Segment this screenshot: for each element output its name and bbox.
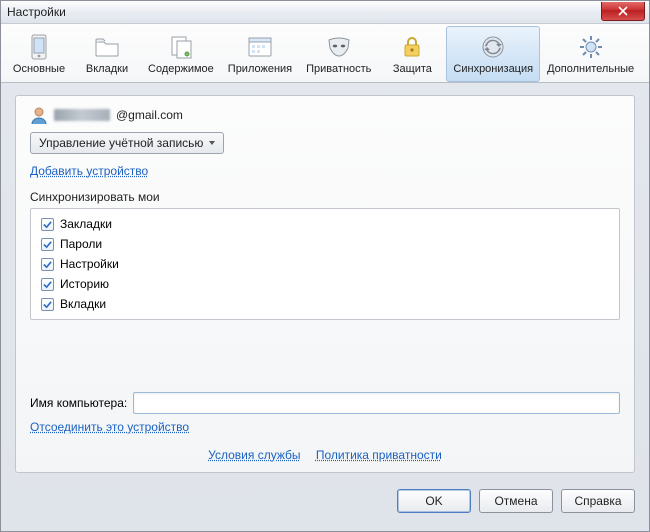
user-avatar-icon — [30, 106, 48, 124]
sync-item-row: Историю — [41, 277, 609, 291]
content-area: @gmail.com Управление учётной записью До… — [1, 83, 649, 481]
mask-icon — [325, 33, 353, 61]
window-title: Настройки — [7, 5, 66, 19]
tab-content[interactable]: Содержимое — [141, 26, 221, 82]
sync-item-row: Настройки — [41, 257, 609, 271]
sync-items-box: Закладки Пароли Настройки Историю Вкладк… — [30, 208, 620, 320]
tab-general[interactable]: Основные — [5, 26, 73, 82]
tabs-toolbar: Основные Вкладки Содержимое Приложения П… — [1, 24, 649, 83]
sync-icon — [479, 33, 507, 61]
sync-item-row: Пароли — [41, 237, 609, 251]
checkbox-passwords-label: Пароли — [60, 237, 102, 251]
checkbox-history-label: Историю — [60, 277, 109, 291]
account-row: @gmail.com — [30, 106, 620, 124]
close-button[interactable] — [601, 2, 645, 21]
tab-tabs[interactable]: Вкладки — [73, 26, 141, 82]
checkbox-bookmarks[interactable] — [41, 218, 54, 231]
checkbox-settings[interactable] — [41, 258, 54, 271]
tab-content-label: Содержимое — [148, 63, 214, 75]
dialog-button-row: OK Отмена Справка — [1, 481, 649, 531]
close-icon — [618, 6, 628, 16]
tab-tabs-label: Вкладки — [86, 63, 128, 75]
checkbox-tabs-label: Вкладки — [60, 297, 106, 311]
checkbox-passwords[interactable] — [41, 238, 54, 251]
tab-privacy-label: Приватность — [306, 63, 371, 75]
tab-security[interactable]: Защита — [378, 26, 446, 82]
page-icon — [167, 33, 195, 61]
tab-security-label: Защита — [393, 63, 432, 75]
chevron-down-icon — [209, 141, 215, 145]
manage-account-button[interactable]: Управление учётной записью — [30, 132, 224, 154]
window-grid-icon — [246, 33, 274, 61]
account-email-suffix: @gmail.com — [116, 108, 183, 122]
cancel-button[interactable]: Отмена — [479, 489, 553, 513]
help-button[interactable]: Справка — [561, 489, 635, 513]
tab-sync[interactable]: Синхронизация — [446, 26, 540, 82]
detach-device-link[interactable]: Отсоединить это устройство — [30, 420, 189, 434]
checkbox-bookmarks-label: Закладки — [60, 217, 112, 231]
gear-icon — [577, 33, 605, 61]
sync-item-row: Закладки — [41, 217, 609, 231]
lock-icon — [398, 33, 426, 61]
manage-account-label: Управление учётной записью — [39, 136, 203, 150]
tab-sync-label: Синхронизация — [453, 63, 533, 75]
titlebar: Настройки — [1, 1, 649, 24]
computer-name-input[interactable] — [133, 392, 620, 414]
checkbox-settings-label: Настройки — [60, 257, 119, 271]
sync-panel: @gmail.com Управление учётной записью До… — [15, 95, 635, 473]
phone-icon — [25, 33, 53, 61]
footer-links: Условия службы Политика приватности — [30, 448, 620, 462]
sync-item-row: Вкладки — [41, 297, 609, 311]
checkbox-tabs[interactable] — [41, 298, 54, 311]
privacy-link[interactable]: Политика приватности — [316, 448, 442, 462]
add-device-link[interactable]: Добавить устройство — [30, 164, 148, 178]
tab-applications-label: Приложения — [228, 63, 292, 75]
ok-button[interactable]: OK — [397, 489, 471, 513]
tab-privacy[interactable]: Приватность — [299, 26, 378, 82]
tab-advanced[interactable]: Дополнительные — [540, 26, 641, 82]
tab-applications[interactable]: Приложения — [221, 26, 299, 82]
computer-name-label: Имя компьютера: — [30, 396, 127, 410]
settings-window: Настройки Основные Вкладки Содержимое — [0, 0, 650, 532]
computer-name-row: Имя компьютера: — [30, 392, 620, 414]
terms-link[interactable]: Условия службы — [208, 448, 300, 462]
checkbox-history[interactable] — [41, 278, 54, 291]
sync-section-label: Синхронизировать мои — [30, 190, 620, 204]
tab-general-label: Основные — [13, 63, 65, 75]
account-name-redacted — [54, 109, 110, 121]
tab-advanced-label: Дополнительные — [547, 63, 634, 75]
folder-icon — [93, 33, 121, 61]
